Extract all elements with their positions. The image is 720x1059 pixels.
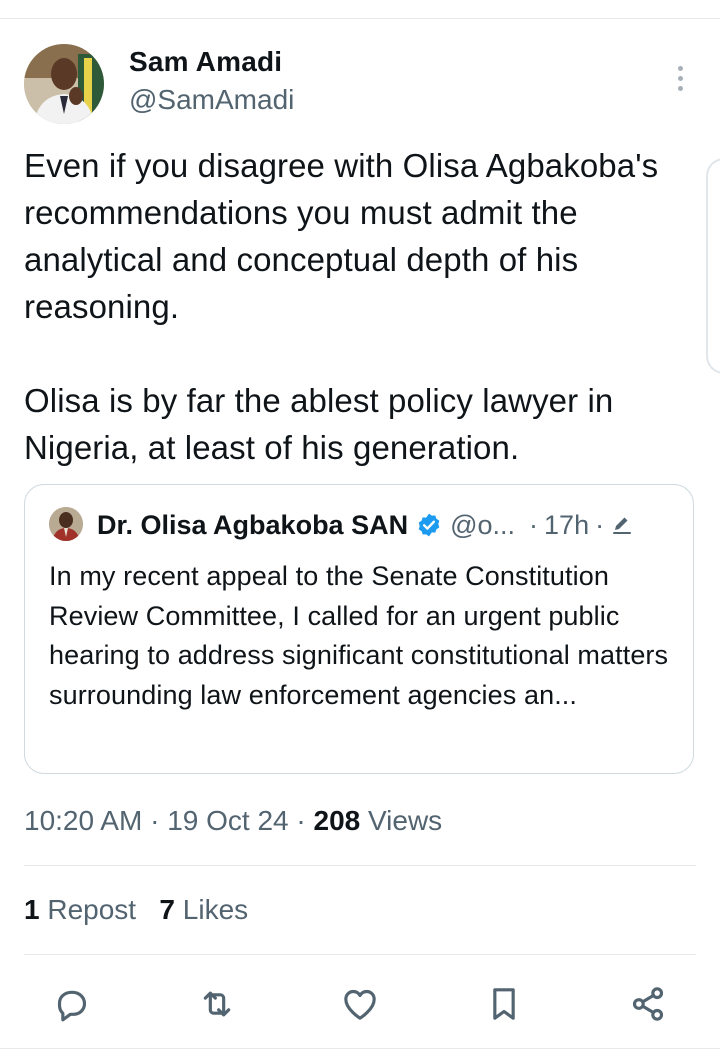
reply-button[interactable] — [48, 980, 96, 1028]
divider — [24, 954, 696, 955]
tweet-time[interactable]: 10:20 AM — [24, 805, 142, 836]
likes-label: Likes — [182, 894, 249, 925]
repost-button[interactable] — [193, 980, 241, 1028]
author-avatar[interactable] — [24, 44, 104, 124]
likes-stat[interactable]: 7 Likes — [159, 894, 248, 925]
bookmark-icon — [493, 988, 515, 1020]
more-options-button[interactable] — [666, 60, 694, 96]
separator-dot: · — [288, 805, 314, 836]
tweet-date[interactable]: 19 Oct 24 — [167, 805, 288, 836]
quoted-tweet-card[interactable]: Dr. Olisa Agbakoba SAN @o... · 17h · In … — [24, 484, 694, 774]
share-button[interactable] — [624, 980, 672, 1028]
verified-badge-icon — [418, 513, 440, 537]
quoted-author-handle[interactable]: @o... — [450, 510, 515, 541]
share-icon — [632, 987, 664, 1021]
separator-dot: · — [142, 805, 168, 836]
top-divider — [0, 18, 720, 19]
tweet-metadata: 10:20 AM · 19 Oct 24 · 208 Views — [24, 805, 442, 837]
more-dot-icon — [677, 85, 683, 91]
reposts-count: 1 — [24, 894, 40, 925]
quoted-author-name[interactable]: Dr. Olisa Agbakoba SAN — [97, 510, 408, 541]
views-label: Views — [360, 805, 443, 836]
likes-count: 7 — [159, 894, 175, 925]
author-handle[interactable]: @SamAmadi — [129, 84, 294, 116]
views-count: 208 — [313, 805, 361, 836]
quoted-author-photo — [49, 507, 83, 541]
separator-dot: · — [529, 509, 539, 540]
action-bar — [0, 980, 720, 1028]
like-icon — [344, 989, 376, 1020]
reply-icon — [57, 990, 87, 1022]
quoted-tweet-time[interactable]: 17h — [544, 510, 589, 541]
reposts-stat[interactable]: 1 Repost — [24, 894, 136, 925]
side-panel-edge — [706, 158, 720, 374]
engagement-stats: 1 Repost 7 Likes — [24, 894, 248, 926]
separator-dot: · — [595, 509, 605, 540]
edit-icon — [613, 517, 632, 534]
like-button[interactable] — [336, 980, 384, 1028]
bookmark-button[interactable] — [480, 980, 528, 1028]
author-name[interactable]: Sam Amadi — [129, 46, 282, 78]
tweet-text: Even if you disagree with Olisa Agbakoba… — [24, 147, 659, 466]
quoted-author-avatar[interactable] — [49, 507, 83, 541]
reposts-label: Repost — [47, 894, 137, 925]
repost-icon — [203, 991, 231, 1017]
bottom-divider — [0, 1048, 720, 1049]
author-photo — [24, 44, 104, 124]
divider — [24, 865, 696, 866]
more-dot-icon — [677, 75, 683, 81]
quoted-tweet-text: In my recent appeal to the Senate Consti… — [49, 561, 669, 710]
quoted-tweet-header: Dr. Olisa Agbakoba SAN @o... · 17h · — [97, 507, 634, 543]
more-dot-icon — [677, 65, 683, 71]
